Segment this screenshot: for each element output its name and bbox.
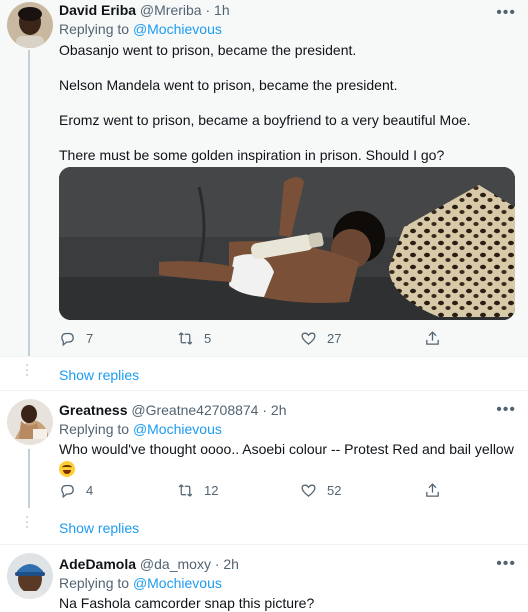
author-handle[interactable]: @Greatne42708874 <box>131 402 258 418</box>
replying-to-label: Replying to <box>59 575 130 591</box>
show-replies-link[interactable]: Show replies <box>59 520 139 536</box>
tweet-text: Obasanjo went to prison, became the pres… <box>59 41 514 165</box>
reply-count: 7 <box>86 331 94 346</box>
like-action[interactable]: 52 <box>300 482 341 499</box>
replying-to: Replying to @Mochievous <box>59 574 514 592</box>
replying-to-link[interactable]: @Mochievous <box>133 575 222 591</box>
tweet-body: Greatness @Greatne42708874 · 2h Replying… <box>59 401 514 478</box>
like-action[interactable]: 27 <box>300 330 341 347</box>
laughing-emoji-icon <box>59 461 75 478</box>
thread-line <box>28 449 30 508</box>
author-handle[interactable]: @Mreriba <box>140 2 202 18</box>
tweet-time[interactable]: · 2h <box>215 556 239 572</box>
tweet-text: Na Fashola camcorder snap this picture? <box>59 594 514 612</box>
tweet-actions: 7 5 27 <box>59 330 459 350</box>
tweet-paragraph: Eromz went to prison, became a boyfriend… <box>59 112 471 128</box>
replying-to-link[interactable]: @Mochievous <box>133 21 222 37</box>
reply-action[interactable]: 7 <box>59 330 93 347</box>
reply-icon <box>61 332 74 347</box>
avatar-david-eriba[interactable] <box>7 2 53 48</box>
reply-icon <box>61 484 74 499</box>
replying-to-label: Replying to <box>59 21 130 37</box>
replying-to-link[interactable]: @Mochievous <box>133 421 222 437</box>
like-count: 52 <box>327 483 342 498</box>
tweet-paragraph: Obasanjo went to prison, became the pres… <box>59 42 357 58</box>
replying-to: Replying to @Mochievous <box>59 20 514 38</box>
heart-icon <box>301 484 316 497</box>
tweet-paragraph-text: Who would've thought oooo.. Asoebi colou… <box>59 441 514 457</box>
tweet-actions: 4 12 52 <box>59 482 459 502</box>
divider <box>0 356 528 357</box>
reply-action[interactable]: 4 <box>59 482 93 499</box>
show-replies-link[interactable]: Show replies <box>59 367 139 383</box>
tweet-body: David Eriba @Mreriba · 1h Replying to @M… <box>59 1 514 165</box>
retweet-action[interactable]: 5 <box>177 330 211 347</box>
thread-dots <box>26 516 29 531</box>
tweet-david-eriba[interactable]: David Eriba @Mreriba · 1h Replying to @M… <box>0 0 528 356</box>
share-icon <box>426 331 439 345</box>
replying-to-label: Replying to <box>59 421 130 437</box>
share-action[interactable] <box>424 482 451 499</box>
heart-icon <box>301 332 316 345</box>
tweet-header: David Eriba @Mreriba · 1h <box>59 1 514 19</box>
more-options-icon[interactable]: ••• <box>496 4 516 22</box>
tweet-time[interactable]: · 2h <box>262 402 286 418</box>
retweet-count: 12 <box>204 483 219 498</box>
tweet-paragraph: Nelson Mandela went to prison, became th… <box>59 77 398 93</box>
tweet-paragraph: There must be some golden inspiration in… <box>59 147 445 163</box>
tweet-header: Greatness @Greatne42708874 · 2h <box>59 401 514 419</box>
retweet-icon <box>178 332 193 345</box>
tweet-header: AdeDamola @da_moxy · 2h <box>59 555 514 573</box>
retweet-action[interactable]: 12 <box>177 482 218 499</box>
reply-count: 4 <box>86 483 94 498</box>
thread-dots <box>26 364 29 379</box>
tweet-greatness[interactable]: Greatness @Greatne42708874 · 2h Replying… <box>0 391 528 508</box>
author-name[interactable]: Greatness <box>59 402 127 418</box>
author-name[interactable]: David Eriba <box>59 2 136 18</box>
author-handle[interactable]: @da_moxy <box>140 556 211 572</box>
avatar-adedamola[interactable] <box>7 553 53 599</box>
tweet-photo[interactable] <box>59 167 515 320</box>
retweet-icon <box>178 484 193 497</box>
tweet-adedamola[interactable]: AdeDamola @da_moxy · 2h Replying to @Moc… <box>0 545 528 612</box>
tweet-text: Who would've thought oooo.. Asoebi colou… <box>59 440 514 478</box>
share-action[interactable] <box>424 330 451 347</box>
more-options-icon[interactable]: ••• <box>496 401 516 419</box>
replying-to: Replying to @Mochievous <box>59 420 514 438</box>
tweet-paragraph: Na Fashola camcorder snap this picture? <box>59 595 315 611</box>
share-icon <box>426 483 439 497</box>
avatar-greatness[interactable] <box>7 399 53 445</box>
tweet-paragraph: Who would've thought oooo.. Asoebi colou… <box>59 440 514 478</box>
tweet-body: AdeDamola @da_moxy · 2h Replying to @Moc… <box>59 555 514 612</box>
retweet-count: 5 <box>204 331 212 346</box>
author-name[interactable]: AdeDamola <box>59 556 136 572</box>
tweet-time[interactable]: · 1h <box>205 2 229 18</box>
like-count: 27 <box>327 331 342 346</box>
thread-line <box>28 50 30 356</box>
more-options-icon[interactable]: ••• <box>496 555 516 573</box>
